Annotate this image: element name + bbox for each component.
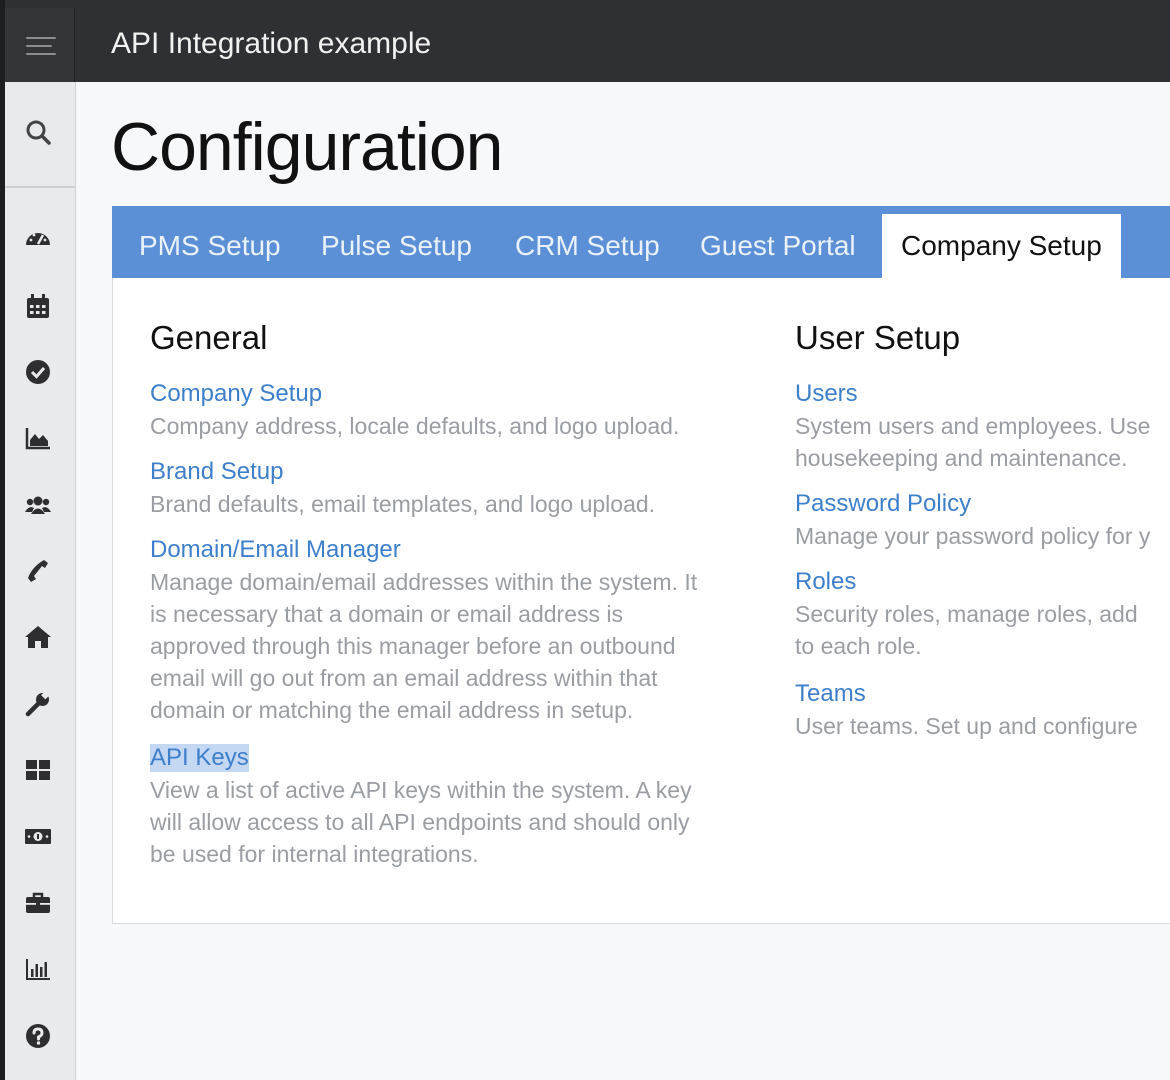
tab-bar: PMS Setup Pulse Setup CRM Setup Guest Po… <box>112 206 1170 278</box>
window-edge <box>0 82 5 1080</box>
general-section-title: General <box>150 319 268 356</box>
domain-email-manager-description: Manage domain/email addresses within the… <box>150 569 698 723</box>
brand-setup-description: Brand defaults, email templates, and log… <box>150 491 656 517</box>
user-setup-section-title: User Setup <box>795 319 961 356</box>
user-setup-column: User Setup Users System users and employ… <box>795 300 1170 760</box>
roles-link[interactable]: Roles <box>795 568 856 596</box>
page-title: Configuration <box>111 109 503 185</box>
hamburger-line <box>26 37 56 39</box>
search-icon[interactable] <box>23 117 53 147</box>
phone-icon[interactable] <box>23 556 53 586</box>
roles-description: Security roles, manage roles, add to eac… <box>795 601 1138 659</box>
company-setup-link[interactable]: Company Setup <box>150 380 322 408</box>
tab-guest-portal[interactable]: Guest Portal <box>700 214 856 278</box>
hamburger-line <box>26 53 56 55</box>
tab-company-setup[interactable]: Company Setup <box>882 214 1121 278</box>
check-circle-icon[interactable] <box>23 357 53 387</box>
teams-link[interactable]: Teams <box>795 680 866 708</box>
help-icon[interactable] <box>23 1021 53 1051</box>
company-setup-description: Company address, locale defaults, and lo… <box>150 413 680 439</box>
api-keys-link[interactable]: API Keys <box>150 744 249 772</box>
bar-chart-icon[interactable] <box>23 954 53 984</box>
password-policy-description: Manage your password policy for y <box>795 523 1151 549</box>
users-link[interactable]: Users <box>795 380 858 408</box>
domain-email-manager-link[interactable]: Domain/Email Manager <box>150 536 401 564</box>
briefcase-icon[interactable] <box>23 888 53 918</box>
dashboard-gauge-icon[interactable] <box>23 224 53 254</box>
money-icon[interactable] <box>23 821 53 851</box>
grid-icon[interactable] <box>23 755 53 785</box>
brand-setup-link[interactable]: Brand Setup <box>150 458 283 486</box>
hamburger-line <box>26 45 52 47</box>
wrench-icon[interactable] <box>23 689 53 719</box>
tab-crm-setup[interactable]: CRM Setup <box>515 214 660 278</box>
users-description: System users and employees. Use housekee… <box>795 413 1151 471</box>
teams-description: User teams. Set up and configure <box>795 713 1138 739</box>
tab-pms-setup[interactable]: PMS Setup <box>139 214 281 278</box>
users-icon[interactable] <box>23 490 53 520</box>
area-chart-icon[interactable] <box>23 423 53 453</box>
tab-pulse-setup[interactable]: Pulse Setup <box>321 214 472 278</box>
app-title: API Integration example <box>111 27 432 60</box>
menu-toggle-button[interactable] <box>5 8 75 82</box>
home-icon[interactable] <box>23 622 53 652</box>
api-keys-description: View a list of active API keys within th… <box>150 777 692 867</box>
password-policy-link[interactable]: Password Policy <box>795 490 971 518</box>
calendar-icon[interactable] <box>23 291 53 321</box>
